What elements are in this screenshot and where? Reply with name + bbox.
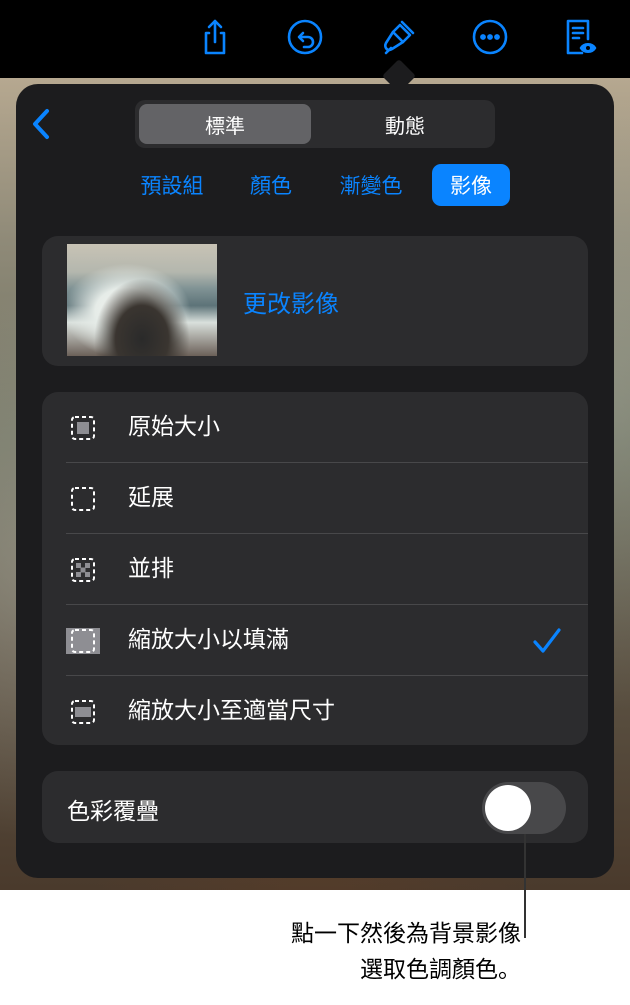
option-label: 並排 — [128, 556, 174, 582]
segment-dynamic[interactable]: 動態 — [319, 104, 491, 144]
back-chevron-icon[interactable] — [26, 106, 56, 142]
share-icon[interactable] — [193, 15, 237, 59]
toggle-knob — [485, 785, 531, 831]
tile-icon — [70, 557, 96, 583]
list-item[interactable]: 原始大小 — [42, 392, 588, 463]
segment-standard[interactable]: 標準 — [139, 104, 311, 144]
option-label: 縮放大小至適當尺寸 — [128, 698, 335, 724]
more-icon[interactable] — [468, 15, 512, 59]
callout-text: 點一下然後為背景影像 選取色調顏色。 — [291, 916, 521, 988]
callout-line-2: 選取色調顏色。 — [360, 957, 521, 983]
background-image-thumbnail[interactable] — [67, 244, 217, 356]
callout-line — [524, 834, 526, 938]
list-item[interactable]: 並排 — [42, 534, 588, 605]
top-toolbar — [0, 0, 630, 78]
change-image-button[interactable]: 更改影像 — [243, 284, 339, 319]
tab-image[interactable]: 影像 — [432, 164, 510, 206]
list-item[interactable]: 縮放大小至適當尺寸 — [42, 676, 588, 747]
reading-view-icon[interactable] — [556, 15, 600, 59]
tab-presets[interactable]: 預設組 — [130, 164, 214, 206]
option-label: 原始大小 — [128, 414, 220, 440]
tab-color[interactable]: 顏色 — [236, 164, 306, 206]
color-overlay-toggle[interactable] — [482, 782, 566, 834]
list-item[interactable]: 縮放大小以填滿 — [42, 605, 588, 676]
style-segmented-control: 標準 動態 — [135, 100, 495, 148]
undo-icon[interactable] — [283, 15, 327, 59]
callout-line-1: 點一下然後為背景影像 — [291, 921, 521, 947]
tab-gradient[interactable]: 漸變色 — [328, 164, 414, 206]
scale-to-fill-icon — [66, 628, 100, 654]
paintbrush-icon[interactable] — [376, 15, 420, 59]
original-size-icon — [70, 415, 96, 441]
option-label: 延展 — [128, 485, 174, 511]
option-label: 縮放大小以填滿 — [128, 627, 289, 653]
color-overlay-label: 色彩覆疊 — [67, 799, 159, 825]
checkmark-icon — [531, 625, 563, 657]
list-item[interactable]: 延展 — [42, 463, 588, 534]
stretch-icon — [70, 486, 96, 512]
scale-to-fit-icon — [70, 699, 96, 725]
